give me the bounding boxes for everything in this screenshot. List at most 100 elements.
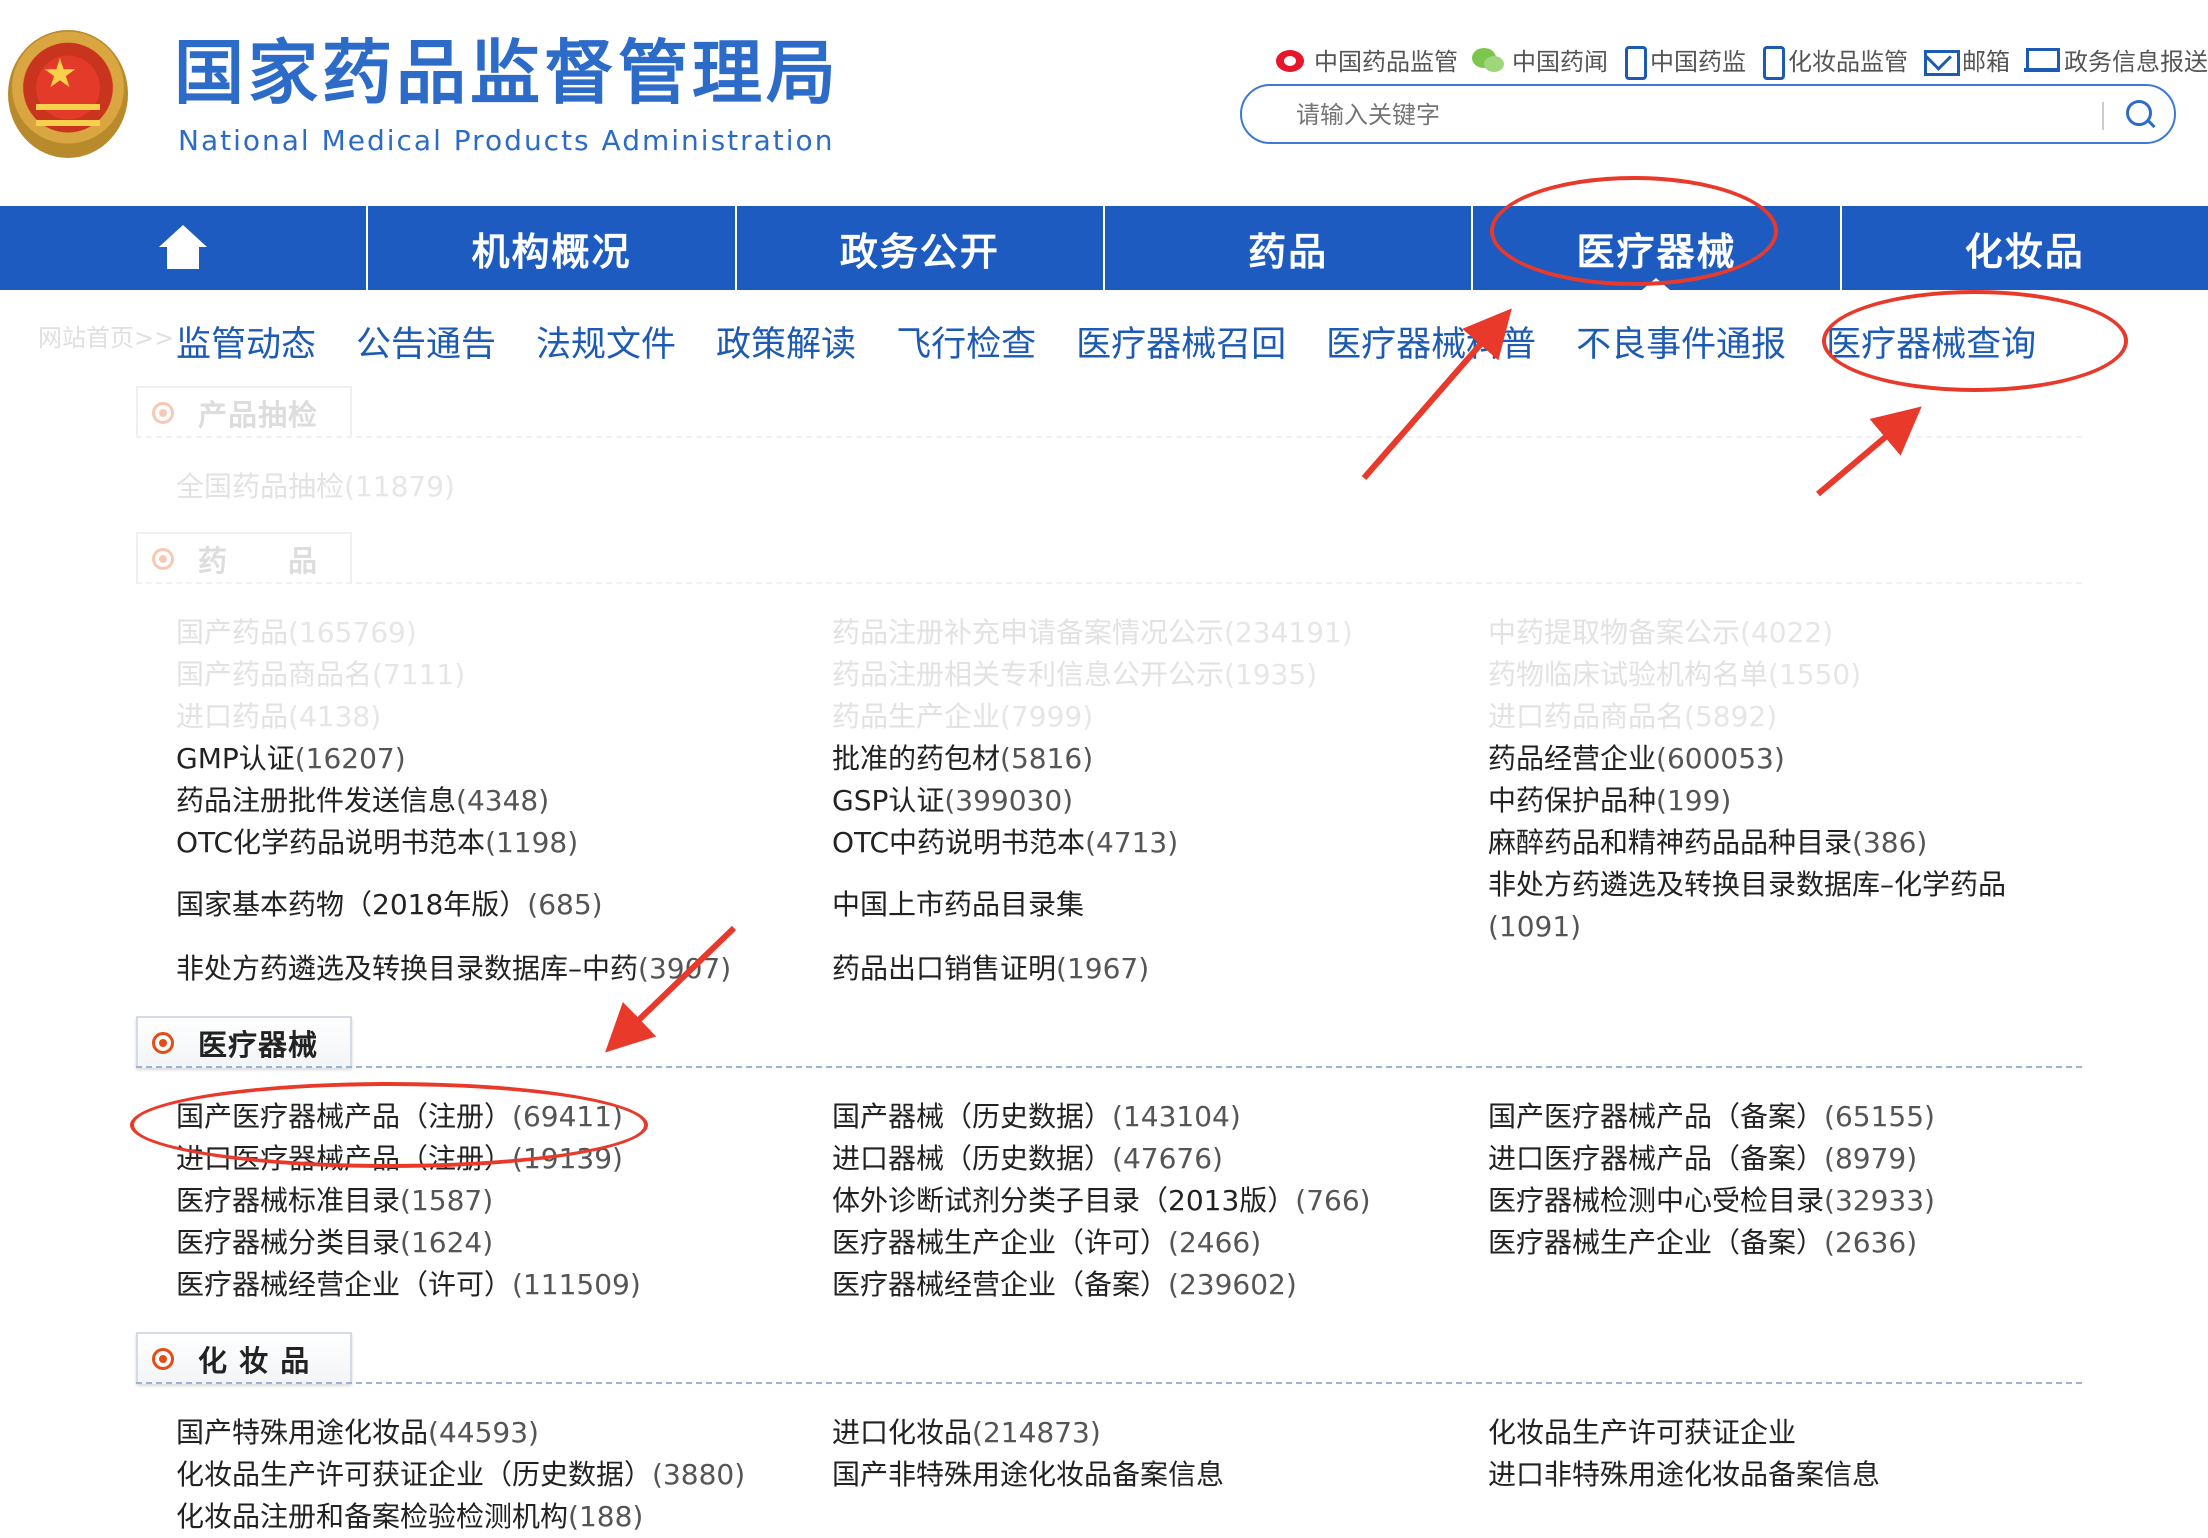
link-count: (165769) bbox=[288, 616, 417, 649]
link-count: (4348) bbox=[456, 784, 550, 817]
sub-nav-adverse-events[interactable]: 不良事件通报 bbox=[1576, 316, 1786, 367]
site-title[interactable]: 国家药品监督管理局 bbox=[174, 38, 840, 108]
sub-nav-regulations[interactable]: 法规文件 bbox=[536, 316, 676, 367]
link-item[interactable]: 药品生产企业(7999) bbox=[832, 696, 1093, 738]
annotation-arrow bbox=[1816, 406, 1922, 497]
link-item[interactable]: 化妆品注册和备案检验检测机构(188) bbox=[176, 1496, 643, 1538]
top-link-weibo[interactable]: 中国药品监管 bbox=[1274, 42, 1458, 77]
link-item[interactable]: 中药提取物备案公示(4022) bbox=[1488, 612, 1833, 654]
sub-nav-flight-inspection[interactable]: 飞行检查 bbox=[896, 316, 1036, 367]
link-item[interactable]: 进口非特殊用途化妆品备案信息 bbox=[1488, 1454, 1880, 1496]
link-item[interactable]: 中药保护品种(199) bbox=[1488, 780, 1731, 822]
nav-item-cosmetics[interactable]: 化妆品 bbox=[1839, 206, 2208, 290]
link-item[interactable]: 全国药品抽检(11879) bbox=[176, 466, 455, 508]
link-item[interactable]: 医疗器械标准目录(1587) bbox=[176, 1180, 493, 1222]
link-count: (1967) bbox=[1056, 952, 1150, 985]
link-item[interactable]: 医疗器械生产企业（许可）(2466) bbox=[832, 1222, 1261, 1264]
search-input[interactable] bbox=[1294, 96, 2074, 134]
link-item[interactable]: 国产器械（历史数据）(143104) bbox=[832, 1096, 1241, 1138]
link-item[interactable]: 药品注册批件发送信息(4348) bbox=[176, 780, 549, 822]
top-link-mail[interactable]: 邮箱 bbox=[1922, 42, 2010, 77]
link-item[interactable]: 进口医疗器械产品（注册）(19139) bbox=[176, 1138, 623, 1180]
link-item[interactable]: 批准的药包材(5816) bbox=[832, 738, 1093, 780]
sub-nav-device-science[interactable]: 医疗器械科普 bbox=[1326, 316, 1536, 367]
link-item[interactable]: 进口药品(4138) bbox=[176, 696, 381, 738]
link-item[interactable]: 医疗器械分类目录(1624) bbox=[176, 1222, 493, 1264]
link-label: 批准的药包材 bbox=[832, 742, 1001, 775]
link-count: (199) bbox=[1656, 784, 1732, 817]
link-item[interactable]: 药品经营企业(600053) bbox=[1488, 738, 1785, 780]
link-item[interactable]: 麻醉药品和精神药品品种目录(386) bbox=[1488, 822, 1927, 864]
link-item[interactable]: 药品注册相关专利信息公开公示(1935) bbox=[832, 654, 1317, 696]
link-item[interactable]: GSP认证(399030) bbox=[832, 780, 1073, 822]
link-item[interactable]: 国产非特殊用途化妆品备案信息 bbox=[832, 1454, 1224, 1496]
link-label: 化妆品生产许可获证企业 bbox=[1488, 1416, 1797, 1449]
link-item[interactable]: 国产医疗器械产品（备案）(65155) bbox=[1488, 1096, 1935, 1138]
link-item[interactable]: 国产药品(165769) bbox=[176, 612, 417, 654]
link-item[interactable]: 中国上市药品目录集 bbox=[832, 884, 1084, 926]
sub-nav-announcements[interactable]: 公告通告 bbox=[356, 316, 496, 367]
link-item[interactable]: 医疗器械生产企业（备案）(2636) bbox=[1488, 1222, 1917, 1264]
link-label: 国产医疗器械产品（注册） bbox=[176, 1100, 513, 1133]
link-item[interactable]: 医疗器械检测中心受检目录(32933) bbox=[1488, 1180, 1935, 1222]
home-icon bbox=[156, 225, 210, 271]
link-count: (234191) bbox=[1224, 616, 1353, 649]
sub-nav-policy-interpretation[interactable]: 政策解读 bbox=[716, 316, 856, 367]
link-label: 体外诊断试剂分类子目录（2013版） bbox=[832, 1184, 1296, 1217]
nav-item-organization[interactable]: 机构概况 bbox=[366, 206, 734, 290]
report-icon bbox=[2024, 44, 2060, 74]
link-label: 进口化妆品 bbox=[832, 1416, 973, 1449]
top-link-report[interactable]: 政务信息报送 bbox=[2024, 42, 2208, 77]
link-item[interactable]: 非处方药遴选及转换目录数据库–化学药品 bbox=[1488, 864, 2006, 906]
link-item[interactable]: OTC中药说明书范本(4713) bbox=[832, 822, 1178, 864]
nav-item-medical-devices[interactable]: 医疗器械 bbox=[1471, 206, 1839, 290]
link-label: 国产药品商品名 bbox=[176, 658, 373, 691]
link-label: 中药保护品种 bbox=[1488, 784, 1657, 817]
link-item[interactable]: 体外诊断试剂分类子目录（2013版）(766) bbox=[832, 1180, 1371, 1222]
search-divider bbox=[2102, 102, 2104, 130]
nav-item-government-affairs[interactable]: 政务公开 bbox=[734, 206, 1103, 290]
link-item[interactable]: 国产特殊用途化妆品(44593) bbox=[176, 1412, 539, 1454]
nav-home[interactable] bbox=[0, 206, 366, 290]
link-item[interactable]: 进口器械（历史数据）(47676) bbox=[832, 1138, 1223, 1180]
link-label: 化妆品注册和备案检验检测机构 bbox=[176, 1500, 569, 1533]
link-item[interactable]: 药物临床试验机构名单(1550) bbox=[1488, 654, 1861, 696]
link-item[interactable]: 国家基本药物（2018年版）(685) bbox=[176, 884, 603, 926]
sub-nav-device-recall[interactable]: 医疗器械召回 bbox=[1076, 316, 1286, 367]
link-item-domestic-device-registration[interactable]: 国产医疗器械产品（注册）(69411) bbox=[176, 1096, 623, 1138]
link-item[interactable]: 国产药品商品名(7111) bbox=[176, 654, 465, 696]
link-item[interactable]: GMP认证(16207) bbox=[176, 738, 406, 780]
mail-icon bbox=[1922, 44, 1960, 76]
link-label: 医疗器械分类目录 bbox=[176, 1226, 401, 1259]
link-count: (65155) bbox=[1824, 1100, 1935, 1133]
section-divider bbox=[136, 1382, 2082, 1384]
link-label: 国产非特殊用途化妆品备案信息 bbox=[832, 1458, 1225, 1491]
link-item[interactable]: 化妆品生产许可获证企业 bbox=[1488, 1412, 1796, 1454]
link-item[interactable]: 非处方药遴选及转换目录数据库–中药(3907) bbox=[176, 948, 731, 990]
top-link-cosmetics-app[interactable]: 化妆品监管 bbox=[1760, 42, 1908, 80]
breadcrumb[interactable]: 网站首页>> bbox=[38, 318, 174, 353]
link-item[interactable]: 医疗器械经营企业（备案）(239602) bbox=[832, 1264, 1297, 1306]
link-item[interactable]: 药品注册补充申请备案情况公示(234191) bbox=[832, 612, 1353, 654]
top-links-bar: 中国药品监管 中国药闻 中国药监 化妆品监管 邮箱 政务信息报送 bbox=[1274, 38, 2208, 80]
link-count: (47676) bbox=[1112, 1142, 1223, 1175]
nav-item-drugs[interactable]: 药品 bbox=[1102, 206, 1471, 290]
link-count: (4713) bbox=[1085, 826, 1179, 859]
sub-nav-regulatory-news[interactable]: 监管动态 bbox=[176, 316, 316, 367]
link-label: 医疗器械经营企业（许可） bbox=[176, 1268, 513, 1301]
link-item[interactable]: 进口化妆品(214873) bbox=[832, 1412, 1101, 1454]
link-item[interactable]: (1091) bbox=[1488, 906, 1581, 948]
search-icon[interactable] bbox=[2122, 98, 2158, 134]
top-link-wechat[interactable]: 中国药闻 bbox=[1472, 42, 1608, 77]
link-item[interactable]: OTC化学药品说明书范本(1198) bbox=[176, 822, 578, 864]
link-item[interactable]: 进口医疗器械产品（备案）(8979) bbox=[1488, 1138, 1917, 1180]
sub-nav-device-query[interactable]: 医疗器械查询 bbox=[1826, 316, 2036, 367]
link-item[interactable]: 药品出口销售证明(1967) bbox=[832, 948, 1149, 990]
link-item[interactable]: 进口药品商品名(5892) bbox=[1488, 696, 1777, 738]
top-link-label: 政务信息报送 bbox=[2064, 47, 2208, 76]
top-link-mobile-app[interactable]: 中国药监 bbox=[1622, 42, 1746, 80]
link-item[interactable]: 医疗器械经营企业（许可）(111509) bbox=[176, 1264, 641, 1306]
link-item[interactable]: 化妆品生产许可获证企业（历史数据）(3880) bbox=[176, 1454, 745, 1496]
top-link-label: 邮箱 bbox=[1962, 47, 2010, 76]
link-count: (3880) bbox=[652, 1458, 746, 1491]
